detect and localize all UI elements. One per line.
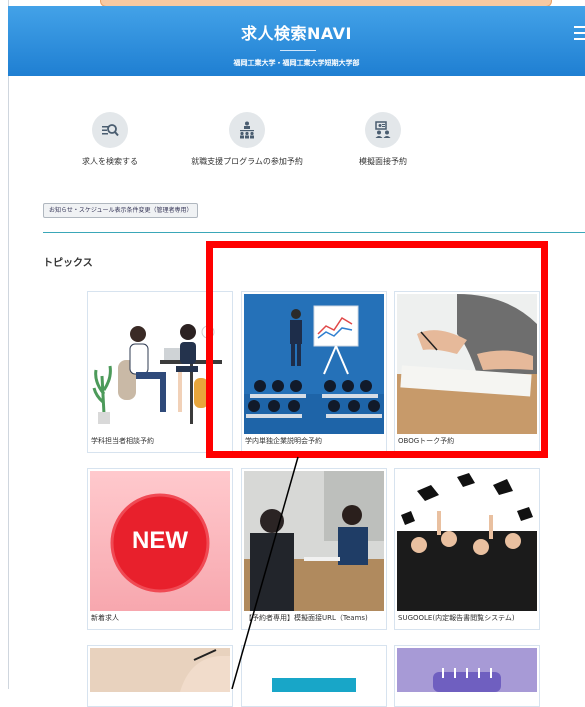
annotation-pointer-line [231,456,299,689]
